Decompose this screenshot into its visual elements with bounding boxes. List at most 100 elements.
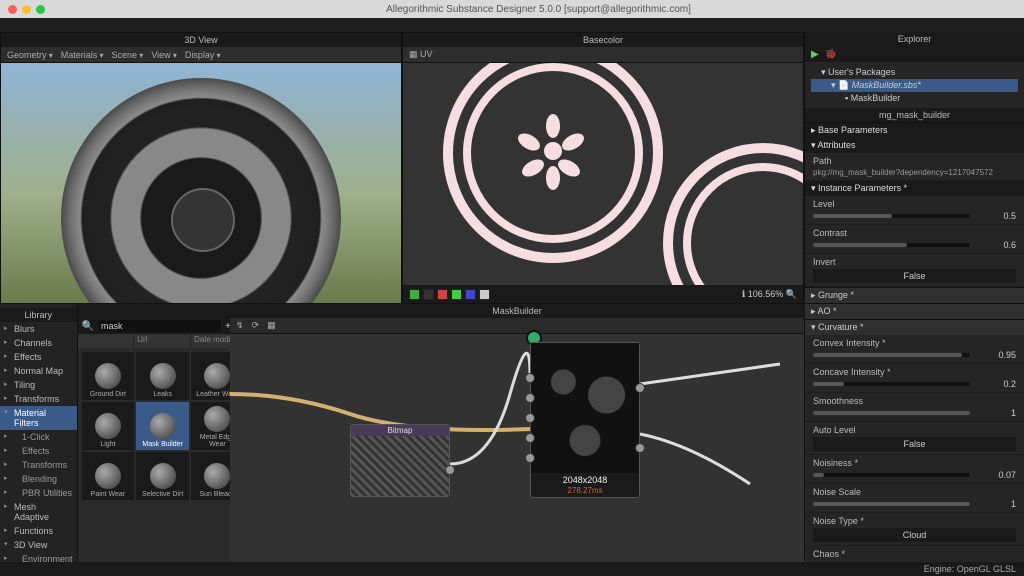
param-dropdown[interactable]: Cloud bbox=[813, 528, 1016, 542]
panel-library: Library BlursChannelsEffectsNormal MapTi… bbox=[0, 304, 230, 576]
library-tree-item[interactable]: Material Filters bbox=[0, 406, 77, 430]
library-thumb[interactable]: Selective Dirt bbox=[136, 452, 189, 500]
param-value[interactable]: 1 bbox=[976, 499, 1016, 509]
node-bitmap[interactable]: Bitmap bbox=[350, 424, 450, 497]
library-tree-item[interactable]: Tiling bbox=[0, 378, 77, 392]
param-slider[interactable] bbox=[813, 382, 970, 386]
search-input[interactable] bbox=[98, 320, 221, 332]
viewport-3d[interactable] bbox=[1, 63, 401, 303]
maximize-window-icon[interactable] bbox=[36, 5, 45, 14]
channel-swatch[interactable] bbox=[423, 289, 434, 300]
param-value[interactable]: 0.2 bbox=[976, 379, 1016, 389]
library-tree-item[interactable]: Effects bbox=[0, 350, 77, 364]
node-output-port[interactable] bbox=[635, 383, 645, 393]
menu-scene[interactable]: Scene bbox=[112, 50, 144, 60]
param-row: Smoothness 1 bbox=[805, 393, 1024, 422]
param-value[interactable]: 0.6 bbox=[976, 240, 1016, 250]
channel-swatch[interactable] bbox=[409, 289, 420, 300]
uv-toggle[interactable]: ▦ UV bbox=[409, 49, 433, 60]
toolbar-graph: ↯ ⟳ ▦ bbox=[230, 318, 804, 334]
section-header[interactable]: ▸ AO * bbox=[805, 303, 1024, 319]
menu-materials[interactable]: Materials bbox=[61, 50, 104, 60]
param-slider[interactable] bbox=[813, 353, 970, 357]
menu-bar bbox=[0, 18, 1024, 32]
param-slider[interactable] bbox=[813, 411, 970, 415]
library-thumb[interactable]: Mask Builder bbox=[136, 402, 189, 450]
library-thumb[interactable]: Ground Dirt bbox=[82, 352, 135, 400]
library-tree-subitem[interactable]: Blending bbox=[0, 472, 77, 486]
graph-tool-icon[interactable]: ▦ bbox=[267, 320, 276, 331]
param-row: Noise Type *Cloud bbox=[805, 513, 1024, 546]
tree-row[interactable]: ▪ MaskBuilder bbox=[811, 92, 1018, 104]
library-tree-item[interactable]: Functions bbox=[0, 524, 77, 538]
menu-geometry[interactable]: Geometry bbox=[7, 50, 53, 60]
section-header[interactable]: ▾ Instance Parameters * bbox=[805, 181, 1024, 196]
engine-label: Engine: OpenGL GLSL bbox=[924, 564, 1016, 574]
tree-row[interactable]: ▾ User's Packages bbox=[811, 66, 1018, 79]
library-search-bar: 🔍 + ⚙ bbox=[78, 318, 248, 334]
library-thumb[interactable]: Light bbox=[82, 402, 135, 450]
param-slider[interactable] bbox=[813, 243, 970, 247]
param-value[interactable]: 0.07 bbox=[976, 470, 1016, 480]
node-input-port[interactable] bbox=[525, 453, 535, 463]
node-header: Bitmap bbox=[351, 425, 449, 436]
graph-tool-icon[interactable]: ↯ bbox=[236, 320, 244, 331]
library-tree-subitem[interactable]: Transforms bbox=[0, 458, 77, 472]
close-window-icon[interactable] bbox=[8, 5, 17, 14]
graph-wires bbox=[230, 334, 804, 576]
node-input-port[interactable] bbox=[525, 393, 535, 403]
param-dropdown[interactable]: False bbox=[813, 437, 1016, 451]
panel-basecolor: Basecolor ▦ UV bbox=[402, 32, 804, 304]
param-slider[interactable] bbox=[813, 473, 970, 477]
section-header[interactable]: ▸ Grunge * bbox=[805, 287, 1024, 303]
library-tree-item[interactable]: 3D View bbox=[0, 538, 77, 552]
param-label: Concave Intensity * bbox=[813, 367, 1016, 377]
channel-a[interactable] bbox=[479, 289, 490, 300]
node-input-port[interactable] bbox=[525, 373, 535, 383]
library-thumb[interactable]: Paint Wear bbox=[82, 452, 135, 500]
library-tree-subitem[interactable]: 1-Click bbox=[0, 430, 77, 444]
node-input-port[interactable] bbox=[525, 413, 535, 423]
play-icon[interactable]: ▶ bbox=[811, 49, 819, 60]
menu-view[interactable]: View bbox=[151, 50, 177, 60]
library-tree-subitem[interactable]: PBR Utilities bbox=[0, 486, 77, 500]
library-tree-item[interactable]: Blurs bbox=[0, 322, 77, 336]
channel-r[interactable] bbox=[437, 289, 448, 300]
param-dropdown[interactable]: False bbox=[813, 269, 1016, 283]
param-value[interactable]: 1 bbox=[976, 408, 1016, 418]
section-header[interactable]: ▾ Curvature * bbox=[805, 319, 1024, 335]
param-label: Smoothness bbox=[813, 396, 1016, 406]
explorer-tree: ▾ User's Packages ▾ 📄 MaskBuilder.sbs* ▪… bbox=[805, 62, 1024, 108]
param-row: Convex Intensity *0.95 bbox=[805, 335, 1024, 364]
channel-b[interactable] bbox=[465, 289, 476, 300]
param-value[interactable]: 0.5 bbox=[976, 211, 1016, 221]
library-columns: Url Date modified bbox=[78, 334, 248, 348]
tree-row[interactable]: ▾ 📄 MaskBuilder.sbs* bbox=[811, 79, 1018, 92]
minimize-window-icon[interactable] bbox=[22, 5, 31, 14]
section-header[interactable]: ▸ Base Parameters bbox=[805, 123, 1024, 138]
properties-panel: ▸ Base Parameters ▾ Attributes Pathpkg:/… bbox=[805, 122, 1024, 576]
library-tree-item[interactable]: Mesh Adaptive bbox=[0, 500, 77, 524]
library-tree-item[interactable]: Transforms bbox=[0, 392, 77, 406]
library-grid: 🔍 + ⚙ Url Date modified Ground DirtLeaks… bbox=[78, 304, 248, 576]
node-output-port[interactable] bbox=[445, 465, 455, 475]
viewport-2d[interactable]: 2048 x 2048 (RGBA, 8bpc) ℹ 106.56% 🔍 bbox=[403, 63, 803, 303]
graph-canvas[interactable]: Bitmap 2048x2048 278.27ms bbox=[230, 334, 804, 576]
library-thumb[interactable]: Leaks bbox=[136, 352, 189, 400]
param-slider[interactable] bbox=[813, 502, 970, 506]
graph-tool-icon[interactable]: ⟳ bbox=[252, 320, 260, 331]
section-header[interactable]: ▾ Attributes bbox=[805, 138, 1024, 153]
node-input-port[interactable] bbox=[525, 433, 535, 443]
library-tree-item[interactable]: Channels bbox=[0, 336, 77, 350]
param-value[interactable]: 0.95 bbox=[976, 350, 1016, 360]
library-tree-subitem[interactable]: Effects bbox=[0, 444, 77, 458]
node-output-port[interactable] bbox=[635, 443, 645, 453]
refresh-icon[interactable]: 🐞 bbox=[825, 49, 837, 60]
menu-display[interactable]: Display bbox=[185, 50, 221, 60]
param-slider[interactable] bbox=[813, 214, 970, 218]
panel-title-library: Library bbox=[0, 308, 77, 322]
zoom-level[interactable]: ℹ 106.56% 🔍 bbox=[742, 289, 797, 300]
channel-g[interactable] bbox=[451, 289, 462, 300]
node-output[interactable]: 2048x2048 278.27ms bbox=[530, 342, 640, 498]
library-tree-item[interactable]: Normal Map bbox=[0, 364, 77, 378]
